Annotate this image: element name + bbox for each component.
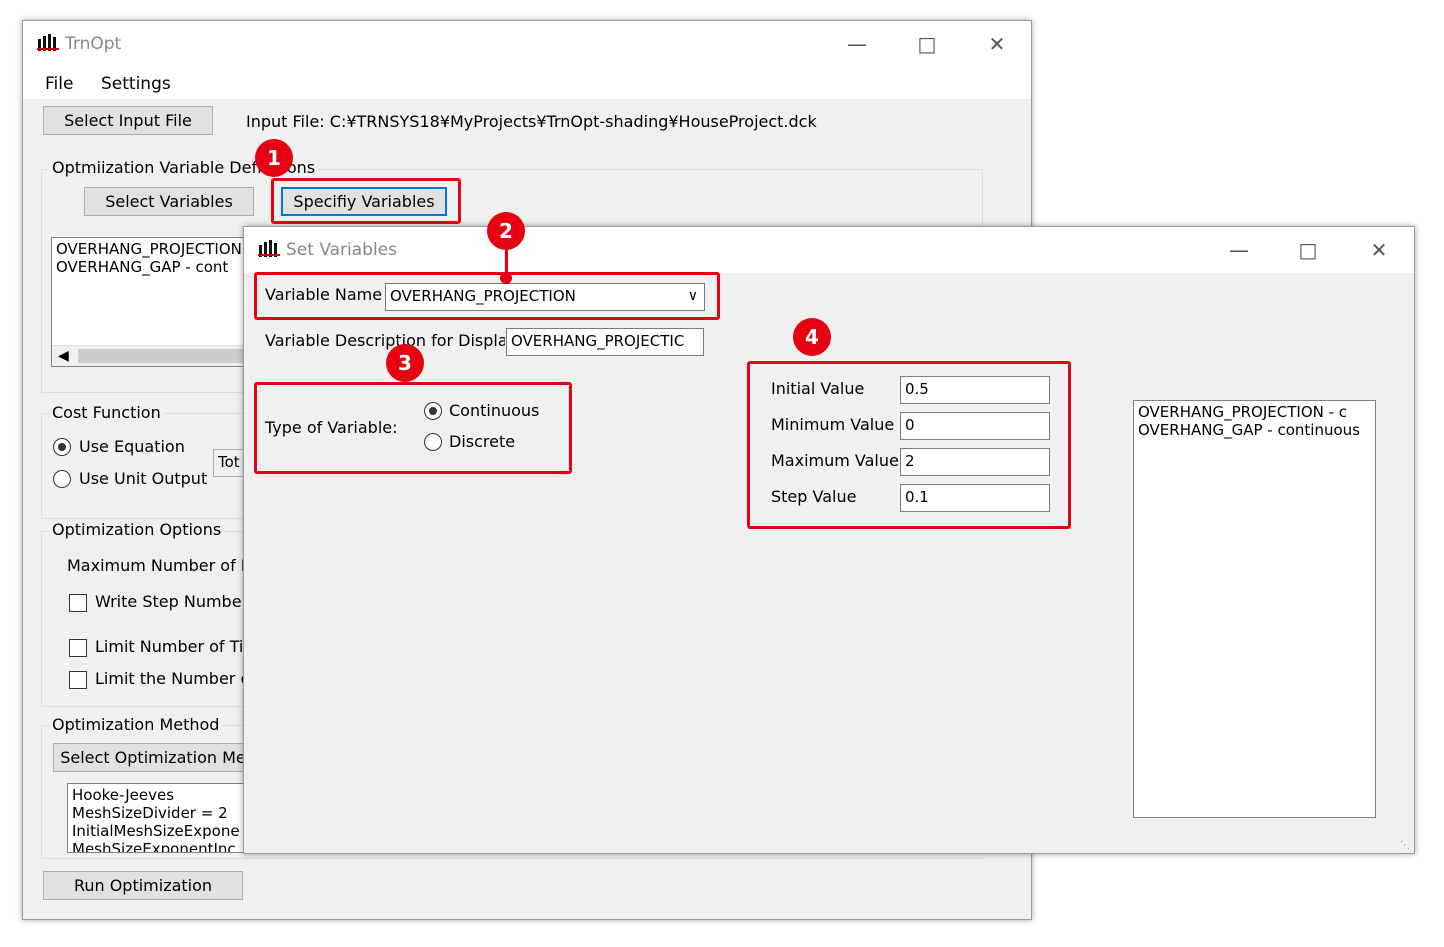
callout-badge-1: 1 (255, 139, 293, 177)
window-title: TrnOpt (65, 34, 122, 54)
use-equation-radio[interactable] (53, 438, 71, 456)
max-iterations-label: Maximum Number of Ite (67, 556, 262, 575)
select-variables-button[interactable]: Select Variables (84, 187, 254, 216)
menu-bar: File Settings (23, 67, 1031, 99)
trnopt-app-icon (258, 240, 280, 257)
variables-summary-list[interactable]: OVERHANG_PROJECTION - c OVERHANG_GAP - c… (1133, 400, 1376, 818)
opt-options-group-label: Optimization Options (49, 520, 225, 539)
title-bar: TrnOpt — □ ✕ (23, 21, 1031, 67)
use-equation-label[interactable]: Use Equation (79, 437, 185, 456)
minimize-icon[interactable]: — (837, 29, 877, 59)
callout-badge-3: 3 (386, 344, 424, 382)
input-file-path: Input File: C:¥TRNSYS18¥MyProjects¥TrnOp… (246, 112, 817, 131)
list-item[interactable]: OVERHANG_GAP - cont (56, 258, 246, 276)
limit-number-label[interactable]: Limit the Number o (95, 669, 250, 688)
description-input[interactable]: OVERHANG_PROJECTIC (506, 328, 704, 356)
highlight-specify-variables (271, 178, 461, 224)
callout-connector-dot (500, 272, 512, 284)
method-settings-list[interactable]: Hooke-Jeeves MeshSizeDivider = 2 Initial… (67, 783, 257, 853)
list-item: Hooke-Jeeves (72, 786, 175, 804)
opt-method-group-label: Optimization Method (49, 715, 223, 734)
highlight-type-of-variable (254, 382, 572, 474)
highlight-value-settings (747, 361, 1071, 529)
highlight-variable-name (254, 272, 720, 320)
dialog-title: Set Variables (286, 240, 398, 260)
minimize-icon[interactable]: — (1219, 235, 1259, 265)
close-icon[interactable]: ✕ (977, 29, 1017, 59)
menu-file[interactable]: File (45, 74, 73, 94)
list-item[interactable]: OVERHANG_PROJECTION - c (1138, 403, 1371, 421)
callout-badge-2: 2 (487, 212, 525, 250)
write-step-label[interactable]: Write Step Number (95, 592, 248, 611)
maximize-icon[interactable]: □ (907, 29, 947, 59)
resize-grip-icon[interactable]: ⋱ (1400, 840, 1410, 851)
set-variables-dialog: Set Variables — □ ✕ Variable Name OVERHA… (243, 226, 1415, 854)
callout-badge-4: 4 (793, 318, 831, 356)
write-step-checkbox[interactable] (69, 594, 87, 612)
dialog-title-bar: Set Variables — □ ✕ (244, 227, 1414, 273)
select-input-file-button[interactable]: Select Input File (43, 106, 213, 135)
limit-time-label[interactable]: Limit Number of Tir (95, 637, 250, 656)
list-item: InitialMeshSizeExpone (72, 822, 240, 840)
run-optimization-button[interactable]: Run Optimization (43, 871, 243, 900)
list-item[interactable]: OVERHANG_GAP - continuous (1138, 421, 1371, 439)
scroll-thumb[interactable] (78, 349, 250, 363)
list-item[interactable]: OVERHANG_PROJECTION (56, 240, 246, 258)
scroll-left-icon[interactable]: ◀ (58, 346, 69, 366)
close-icon[interactable]: ✕ (1359, 235, 1399, 265)
variables-list[interactable]: OVERHANG_PROJECTION OVERHANG_GAP - cont … (51, 237, 251, 367)
use-unit-output-label[interactable]: Use Unit Output (79, 469, 207, 488)
list-item: MeshSizeExponentInc (72, 840, 236, 853)
list-item: MeshSizeDivider = 2 (72, 804, 228, 822)
limit-number-checkbox[interactable] (69, 671, 87, 689)
menu-settings[interactable]: Settings (101, 74, 171, 94)
description-label: Variable Description for Display (265, 331, 505, 350)
limit-time-checkbox[interactable] (69, 639, 87, 657)
select-optimization-method-button[interactable]: Select Optimization Me (53, 743, 253, 772)
use-unit-output-radio[interactable] (53, 470, 71, 488)
maximize-icon[interactable]: □ (1288, 235, 1328, 265)
cost-function-group-label: Cost Function (49, 403, 164, 422)
horizontal-scrollbar[interactable]: ◀ (52, 345, 250, 366)
trnopt-app-icon (37, 34, 59, 51)
